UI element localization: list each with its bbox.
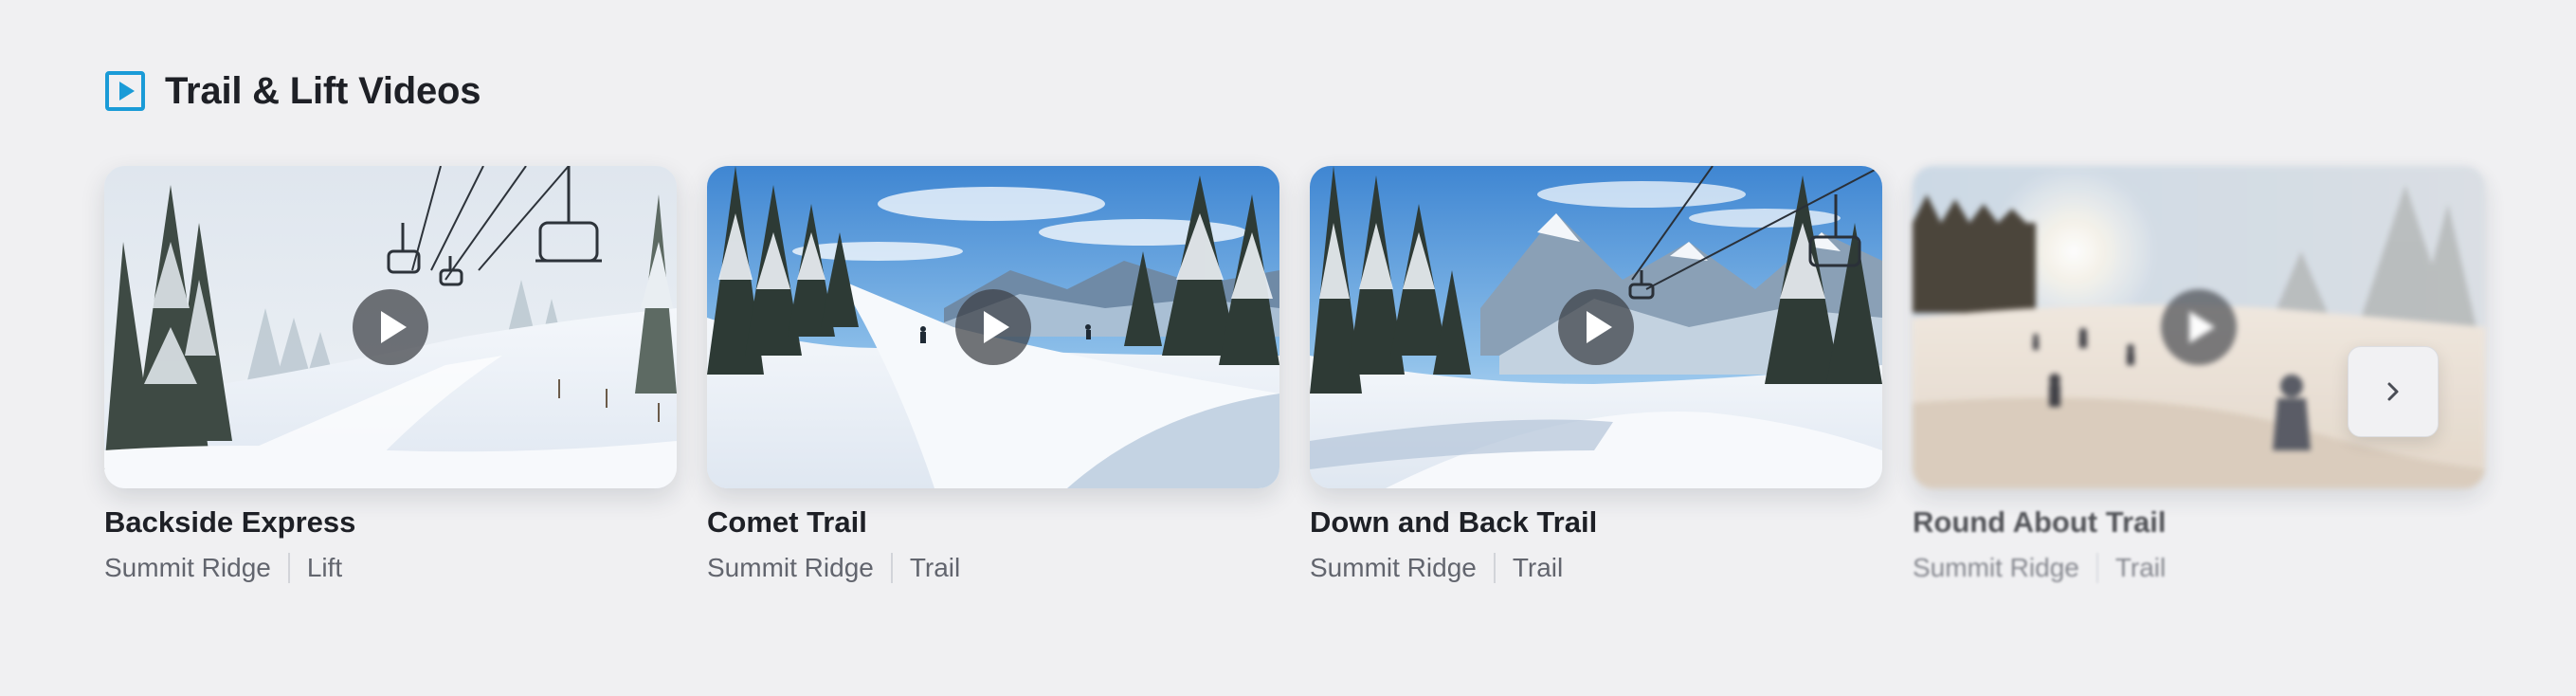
video-title[interactable]: Round About Trail [1913,505,2485,540]
video-thumbnail[interactable] [707,166,1279,488]
play-icon [381,311,407,343]
video-title[interactable]: Backside Express [104,505,677,540]
carousel-next-button[interactable] [2348,346,2439,437]
video-type: Lift [306,553,343,582]
play-icon [2189,311,2215,343]
chevron-right-icon [2387,382,2399,401]
video-play-icon [105,71,145,111]
video-meta: Summit Ridge Lift [104,553,677,583]
video-meta: Summit Ridge Trail [707,553,1279,583]
video-meta: Summit Ridge Trail [1913,553,2485,583]
video-carousel: Backside Express Summit Ridge Lift Comet… [104,166,2521,612]
video-title[interactable]: Comet Trail [707,505,1279,540]
video-card[interactable]: Backside Express Summit Ridge Lift [104,166,677,583]
meta-divider [890,553,893,583]
video-thumbnail[interactable] [1913,166,2485,488]
video-meta: Summit Ridge Trail [1310,553,1882,583]
video-title[interactable]: Down and Back Trail [1310,505,1882,540]
video-type: Trail [909,553,961,582]
play-icon [1587,311,1612,343]
meta-divider [2095,553,2098,583]
video-type: Trail [2114,553,2167,582]
video-thumbnail[interactable] [1310,166,1882,488]
section-title: Trail & Lift Videos [165,69,481,112]
meta-divider [1493,553,1496,583]
play-button[interactable] [955,289,1031,365]
video-card[interactable]: Comet Trail Summit Ridge Trail [707,166,1279,583]
play-button[interactable] [353,289,428,365]
video-resort: Summit Ridge [104,553,271,582]
video-thumbnail[interactable] [104,166,677,488]
video-resort: Summit Ridge [1913,553,2079,582]
meta-divider [287,553,290,583]
video-resort: Summit Ridge [1310,553,1477,582]
video-card[interactable]: Down and Back Trail Summit Ridge Trail [1310,166,1882,583]
play-button[interactable] [1558,289,1634,365]
video-resort: Summit Ridge [707,553,874,582]
play-icon [984,311,1009,343]
play-button[interactable] [2161,289,2237,365]
video-type: Trail [1512,553,1564,582]
section-header: Trail & Lift Videos [104,66,481,116]
